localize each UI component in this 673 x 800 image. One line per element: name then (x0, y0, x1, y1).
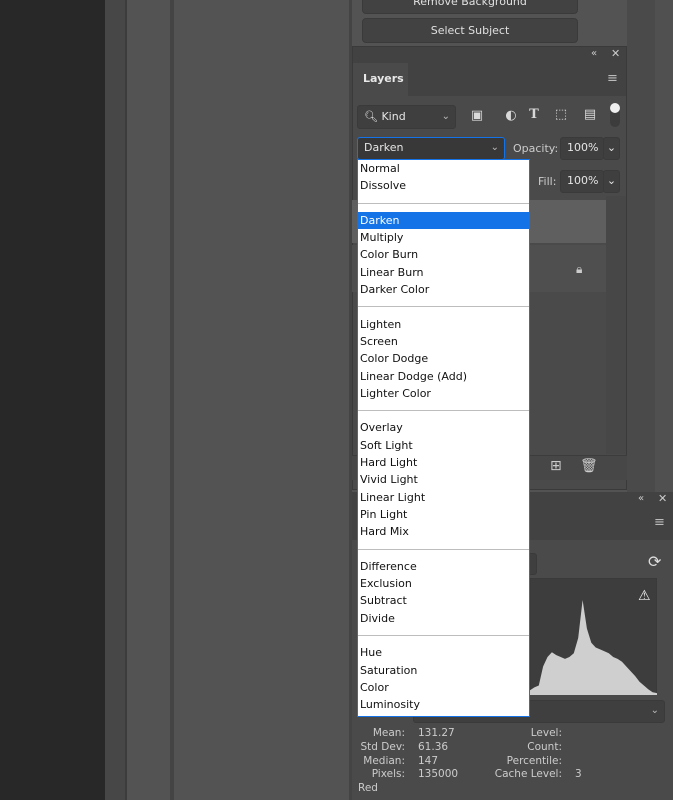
remove-background-button[interactable]: Remove Background (362, 0, 578, 14)
std-label: Std Dev: (360, 741, 405, 753)
menu-item-darken[interactable]: Darken (358, 211, 529, 230)
menu-item-dissolve[interactable]: Dissolve (358, 177, 529, 194)
layers-scrollbar[interactable] (606, 196, 626, 454)
pixels-value: 135000 (418, 768, 459, 780)
close-icon[interactable]: ✕ (611, 47, 620, 60)
menu-item-hard-light[interactable]: Hard Light (358, 454, 529, 471)
menu-item-hard-mix[interactable]: Hard Mix (358, 523, 529, 540)
search-icon: 🔍︎ (364, 110, 378, 123)
pixels-label: Pixels: (371, 768, 405, 780)
image-filter-icon[interactable]: ▣ (468, 108, 486, 123)
fill-label: Fill: (538, 175, 557, 188)
menu-item-darker-color[interactable]: Darker Color (358, 281, 529, 298)
menu-item-difference[interactable]: Difference (358, 558, 529, 575)
right-dock-strip (655, 0, 673, 492)
collapse-icon[interactable]: « (591, 48, 597, 59)
tab-layers[interactable]: Layers (353, 63, 408, 96)
cache-level-value: 3 (575, 768, 582, 780)
smart-object-filter-icon[interactable]: ▤ (581, 107, 599, 122)
cache-level-label: Cache Level: (494, 768, 562, 780)
panel-header (353, 47, 626, 63)
median-label: Median: (363, 755, 405, 767)
new-layer-icon[interactable]: ⊞ (550, 458, 562, 474)
menu-item-luminosity[interactable]: Luminosity (358, 696, 529, 713)
menu-separator (358, 541, 529, 558)
close-icon[interactable]: ✕ (658, 492, 667, 505)
menu-item-color-burn[interactable]: Color Burn (358, 246, 529, 263)
select-subject-button[interactable]: Select Subject (362, 18, 578, 43)
mean-value: 131.27 (418, 727, 455, 739)
chevron-down-icon: ⌄ (490, 142, 499, 153)
menu-separator (358, 298, 529, 315)
level-label: Level: (530, 727, 562, 739)
std-value: 61.36 (418, 741, 449, 753)
count-label: Count: (527, 741, 562, 753)
adjustment-filter-icon[interactable]: ◐ (502, 108, 520, 123)
refresh-icon[interactable]: ⟳ (648, 552, 661, 571)
opacity-dropdown-button[interactable]: ⌄ (603, 137, 620, 160)
panel-menu-icon[interactable]: ≡ (607, 71, 618, 86)
menu-item-divide[interactable]: Divide (358, 610, 529, 627)
blend-mode-select[interactable]: Darken ⌄ (357, 137, 505, 160)
histogram-graph: ⚠ (530, 578, 657, 695)
mean-label: Mean: (372, 727, 405, 739)
menu-item-saturation[interactable]: Saturation (358, 662, 529, 679)
menu-item-color[interactable]: Color (358, 679, 529, 696)
blend-mode-menu: Normal Dissolve Darken Multiply Color Burn Li… (357, 159, 530, 717)
kind-label: Kind (381, 110, 406, 123)
kind-filter-select[interactable]: 🔍︎ Kind ⌄ (357, 105, 456, 129)
shape-filter-icon[interactable]: ⬚ (552, 107, 570, 122)
fill-input[interactable]: 100% (560, 170, 604, 193)
panel-menu-icon[interactable]: ≡ (654, 515, 665, 530)
menu-separator (358, 195, 529, 212)
divider (170, 0, 174, 800)
chevron-down-icon: ⌄ (441, 111, 450, 122)
menu-item-lighten[interactable]: Lighten (358, 316, 529, 333)
lock-icon: 🔒︎ (576, 262, 583, 276)
menu-item-normal[interactable]: Normal (358, 160, 529, 177)
menu-item-subtract[interactable]: Subtract (358, 592, 529, 609)
menu-item-pin-light[interactable]: Pin Light (358, 506, 529, 523)
fill-dropdown-button[interactable]: ⌄ (603, 170, 620, 193)
menu-item-screen[interactable]: Screen (358, 333, 529, 350)
menu-separator (358, 627, 529, 644)
menu-item-vivid-light[interactable]: Vivid Light (358, 471, 529, 488)
menu-item-linear-burn[interactable]: Linear Burn (358, 264, 529, 281)
opacity-label: Opacity: (513, 142, 559, 155)
menu-item-exclusion[interactable]: Exclusion (358, 575, 529, 592)
menu-item-overlay[interactable]: Overlay (358, 419, 529, 436)
type-filter-icon[interactable]: T (525, 107, 543, 122)
menu-item-lighter-color[interactable]: Lighter Color (358, 385, 529, 402)
menu-item-linear-dodge-add[interactable]: Linear Dodge (Add) (358, 368, 529, 385)
menu-item-soft-light[interactable]: Soft Light (358, 437, 529, 454)
blend-mode-value: Darken (364, 141, 404, 154)
tool-column (105, 0, 125, 800)
menu-item-linear-light[interactable]: Linear Light (358, 489, 529, 506)
left-toolbar-area (0, 0, 105, 800)
collapse-icon[interactable]: « (638, 493, 644, 504)
menu-separator (358, 402, 529, 419)
percentile-label: Percentile: (506, 755, 562, 767)
warning-icon: ⚠ (638, 588, 651, 604)
menu-item-color-dodge[interactable]: Color Dodge (358, 350, 529, 367)
channel-name: Red (358, 782, 378, 794)
divider (125, 0, 127, 800)
menu-item-multiply[interactable]: Multiply (358, 229, 529, 246)
menu-item-hue[interactable]: Hue (358, 644, 529, 661)
filter-toggle[interactable] (610, 103, 620, 127)
opacity-input[interactable]: 100% (560, 137, 604, 160)
trash-icon[interactable]: 🗑︎ (580, 458, 598, 474)
median-value: 147 (418, 755, 439, 767)
